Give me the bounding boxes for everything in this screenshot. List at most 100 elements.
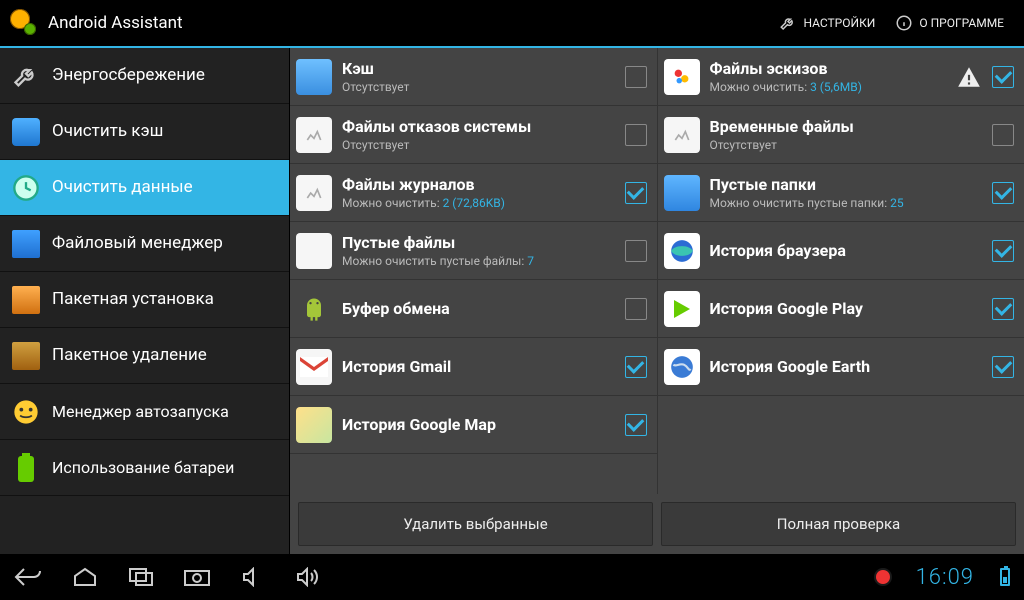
list-item[interactable]: Файлы отказов системыОтсутствует	[290, 106, 657, 164]
clean-list-left: КэшОтсутствует Файлы отказов системыОтсу…	[290, 48, 657, 494]
list-item[interactable]: История Gmail	[290, 338, 657, 396]
startup-manager-icon	[10, 396, 42, 428]
item-subtitle: Можно очистить пустые папки: 25	[710, 196, 983, 210]
item-checkbox[interactable]	[992, 356, 1014, 378]
item-checkbox[interactable]	[625, 66, 647, 88]
list-item[interactable]: Временные файлы Отсутствует	[658, 106, 1024, 164]
file-icon	[296, 175, 332, 211]
sidebar-item-label: Менеджер автозапуска	[52, 402, 229, 421]
item-title: Файлы журналов	[342, 175, 615, 194]
app-title: Android Assistant	[48, 13, 183, 33]
button-label: Полная проверка	[777, 515, 900, 533]
list-item[interactable]: Буфер обмена	[290, 280, 657, 338]
item-checkbox[interactable]	[992, 66, 1014, 88]
list-item[interactable]: История Google Play	[658, 280, 1024, 338]
list-item[interactable]: Файлы журналов Можно очистить: 2 (72,86KB…	[290, 164, 657, 222]
volume-down-button[interactable]	[238, 565, 268, 589]
item-title: История Google Map	[342, 415, 615, 434]
list-item[interactable]: КэшОтсутствует	[290, 48, 657, 106]
item-title: История Gmail	[342, 357, 615, 376]
list-item[interactable]: История Google Earth	[658, 338, 1024, 396]
item-checkbox[interactable]	[625, 124, 647, 146]
item-title: Пустые файлы	[342, 233, 615, 252]
browser-icon	[664, 233, 700, 269]
gmail-icon	[296, 349, 332, 385]
sidebar-item-label: Файловый менеджер	[52, 233, 223, 253]
sidebar-item-label: Энергосбережение	[52, 65, 205, 85]
content-area: КэшОтсутствует Файлы отказов системыОтсу…	[290, 48, 1024, 554]
sidebar-item-startup-manager[interactable]: Менеджер автозапуска	[0, 384, 289, 440]
android-icon	[296, 291, 332, 327]
sidebar-item-batch-uninstall[interactable]: Пакетное удаление	[0, 328, 289, 384]
file-icon	[296, 117, 332, 153]
volume-up-button[interactable]	[294, 565, 324, 589]
item-subtitle: Можно очистить пустые файлы: 7	[342, 254, 615, 268]
recent-apps-button[interactable]	[126, 565, 156, 589]
item-checkbox[interactable]	[625, 182, 647, 204]
sidebar-item-power-saving[interactable]: Энергосбережение	[0, 48, 289, 104]
item-title: Временные файлы	[710, 117, 983, 136]
item-checkbox[interactable]	[992, 182, 1014, 204]
screenshot-button[interactable]	[182, 565, 212, 589]
sidebar-item-label: Очистить кэш	[52, 121, 163, 141]
item-subtitle: Можно очистить: 2 (72,86KB)	[342, 196, 615, 210]
clean-list-right: Файлы эскизовМожно очистить: 3 (5,6MB) В…	[657, 48, 1024, 494]
info-icon	[895, 14, 913, 32]
clear-data-icon	[10, 172, 42, 204]
about-label: О ПРОГРАММЕ	[919, 16, 1004, 30]
battery-icon	[1000, 568, 1010, 586]
cache-icon	[296, 59, 332, 95]
sidebar-item-clear-data[interactable]: Очистить данные	[0, 160, 289, 216]
list-item[interactable]: История браузера	[658, 222, 1024, 280]
delete-selected-button[interactable]: Удалить выбранные	[298, 502, 653, 546]
settings-button[interactable]: НАСТРОЙКИ	[769, 10, 885, 36]
item-checkbox[interactable]	[625, 240, 647, 262]
list-item[interactable]: Пустые папки Можно очистить пустые папки:…	[658, 164, 1024, 222]
item-checkbox[interactable]	[625, 356, 647, 378]
file-manager-icon	[10, 228, 42, 260]
sidebar-item-clear-cache[interactable]: Очистить кэш	[0, 104, 289, 160]
sidebar-item-batch-install[interactable]: Пакетная установка	[0, 272, 289, 328]
warning-icon	[956, 64, 982, 90]
file-icon	[296, 233, 332, 269]
clear-cache-icon	[10, 116, 42, 148]
list-item[interactable]: История Google Map	[290, 396, 657, 454]
item-title: Буфер обмена	[342, 299, 615, 318]
item-checkbox[interactable]	[992, 298, 1014, 320]
thumbs-icon	[664, 59, 700, 95]
item-title: История браузера	[710, 241, 983, 260]
app-logo-icon	[10, 9, 38, 37]
about-button[interactable]: О ПРОГРАММЕ	[885, 10, 1014, 36]
item-subtitle: Можно очистить: 3 (5,6MB)	[710, 80, 947, 94]
item-subtitle: Отсутствует	[342, 138, 615, 152]
clock: 16:09	[916, 565, 974, 590]
item-checkbox[interactable]	[625, 298, 647, 320]
item-subtitle: Отсутствует	[710, 138, 983, 152]
list-item[interactable]: Пустые файлы Можно очистить пустые файлы:…	[290, 222, 657, 280]
item-checkbox[interactable]	[992, 240, 1014, 262]
sidebar-item-battery-usage[interactable]: Использование батареи	[0, 440, 289, 496]
sidebar-item-label: Пакетная установка	[52, 289, 214, 309]
action-bar: Удалить выбранные Полная проверка	[290, 494, 1024, 554]
item-title: История Google Play	[710, 299, 983, 318]
back-button[interactable]	[14, 565, 44, 589]
app-header: Android Assistant НАСТРОЙКИ О ПРОГРАММЕ	[0, 0, 1024, 48]
settings-label: НАСТРОЙКИ	[803, 16, 875, 30]
sidebar-item-file-manager[interactable]: Файловый менеджер	[0, 216, 289, 272]
recording-indicator-icon	[876, 570, 890, 584]
earth-icon	[664, 349, 700, 385]
item-checkbox[interactable]	[992, 124, 1014, 146]
item-title: Пустые папки	[710, 175, 983, 194]
maps-icon	[296, 407, 332, 443]
list-item[interactable]: Файлы эскизовМожно очистить: 3 (5,6MB)	[658, 48, 1024, 106]
folder-icon	[664, 175, 700, 211]
full-check-button[interactable]: Полная проверка	[661, 502, 1016, 546]
system-navbar: 16:09	[0, 554, 1024, 600]
sidebar: Энергосбережение Очистить кэш Очистить д…	[0, 48, 290, 554]
home-button[interactable]	[70, 565, 100, 589]
wrench-icon	[779, 14, 797, 32]
item-checkbox[interactable]	[625, 414, 647, 436]
button-label: Удалить выбранные	[403, 515, 547, 533]
file-icon	[664, 117, 700, 153]
battery-usage-icon	[10, 452, 42, 484]
